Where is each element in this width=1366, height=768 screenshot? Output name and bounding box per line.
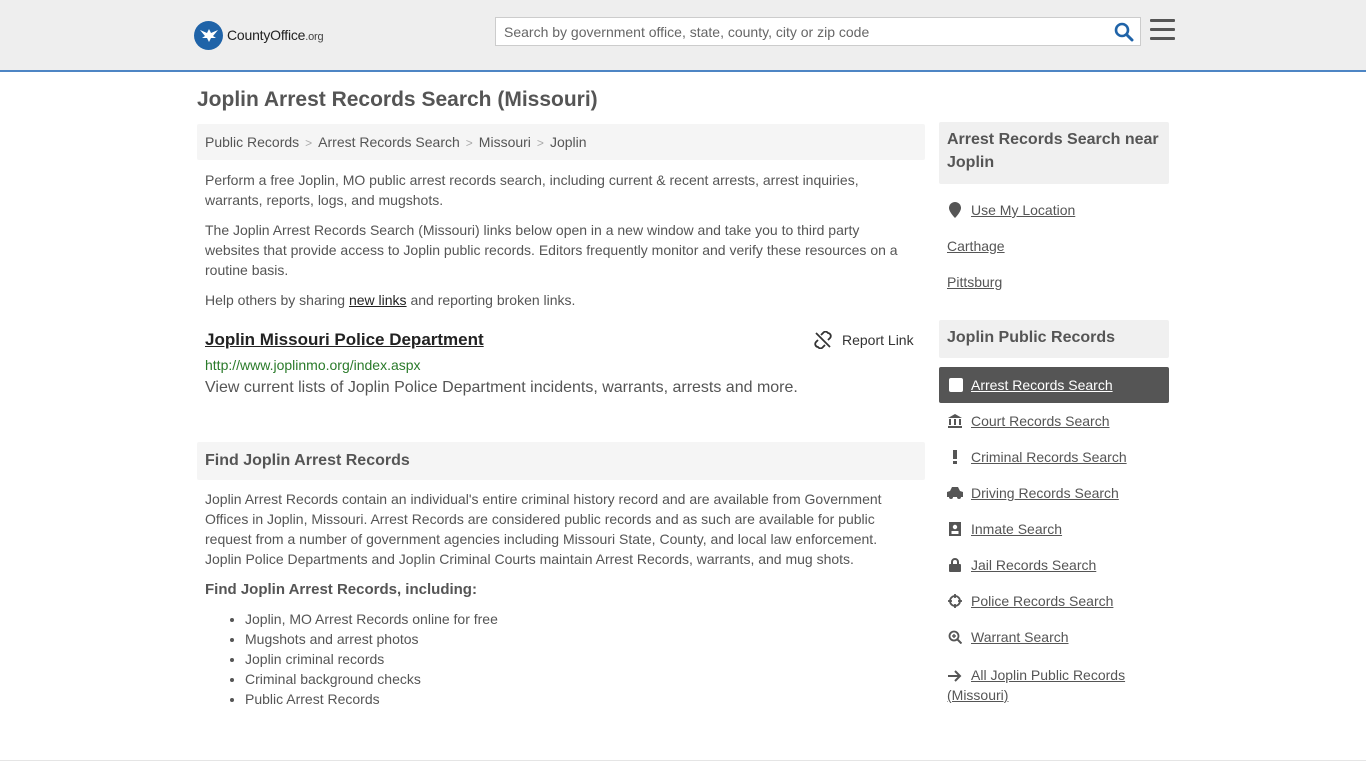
list-item: Public Arrest Records (245, 689, 498, 709)
list-item: Criminal background checks (245, 669, 498, 689)
find-section-heading: Find Joplin Arrest Records (197, 442, 925, 480)
disclaimer-paragraph: The Joplin Arrest Records Search (Missou… (205, 222, 898, 278)
public-records-heading: Joplin Public Records (939, 320, 1169, 358)
carthage-link[interactable]: Carthage (947, 238, 1005, 254)
pittsburg-link[interactable]: Pittsburg (947, 274, 1002, 290)
result-description: View current lists of Joplin Police Depa… (205, 379, 798, 396)
footer-divider (0, 760, 1366, 761)
breadcrumb-joplin[interactable]: Joplin (550, 134, 587, 150)
site-search (495, 17, 1141, 46)
site-header: CountyOffice.org (0, 0, 1366, 72)
arrow-right-icon (947, 668, 963, 684)
breadcrumb-public-records[interactable]: Public Records (205, 134, 299, 150)
search-button[interactable] (1114, 22, 1134, 42)
lock-icon (947, 557, 963, 573)
find-subheading: Find Joplin Arrest Records, including: (205, 581, 477, 598)
broken-link-icon (814, 331, 832, 349)
near-heading: Arrest Records Search near Joplin (939, 122, 1169, 184)
sidebar-item-driving-records[interactable]: Driving Records Search (947, 485, 1119, 501)
use-my-location-link[interactable]: Use My Location (947, 202, 1075, 218)
sidebar-item-jail-records[interactable]: Jail Records Search (947, 557, 1096, 573)
sidebar-item-court-records[interactable]: Court Records Search (947, 413, 1110, 429)
zoom-search-icon (947, 629, 963, 645)
find-bullet-list: Joplin, MO Arrest Records online for fre… (245, 609, 498, 709)
sidebar-item-all-records[interactable]: All Joplin Public Records (Missouri) (947, 665, 1157, 705)
breadcrumb-separator-icon: > (305, 136, 313, 150)
map-pin-icon (947, 202, 963, 218)
list-item: Joplin criminal records (245, 649, 498, 669)
list-item: Joplin, MO Arrest Records online for fre… (245, 609, 498, 629)
intro-paragraph: Perform a free Joplin, MO public arrest … (205, 172, 859, 208)
find-section-body: Joplin Arrest Records contain an individ… (205, 491, 882, 567)
car-icon (947, 485, 963, 501)
search-icon (1114, 22, 1134, 42)
site-logo[interactable]: CountyOffice.org (194, 20, 324, 50)
courthouse-icon (947, 413, 963, 429)
exclamation-icon (947, 449, 963, 465)
breadcrumb-arrest-records[interactable]: Arrest Records Search (318, 134, 460, 150)
sidebar-item-police-records[interactable]: Police Records Search (947, 593, 1113, 609)
report-link-button[interactable]: Report Link (814, 331, 914, 349)
result-url[interactable]: http://www.joplinmo.org/index.aspx (205, 357, 421, 373)
id-badge-icon (947, 521, 963, 537)
sidebar-item-warrant-search[interactable]: Warrant Search (947, 629, 1069, 645)
hamburger-menu-icon[interactable] (1150, 19, 1175, 41)
logo-wordmark: CountyOffice.org (227, 27, 324, 43)
help-paragraph: Help others by sharing new links and rep… (205, 292, 576, 308)
breadcrumb-separator-icon: > (536, 136, 544, 150)
new-links-link[interactable]: new links (349, 292, 407, 308)
breadcrumb: Public Records > Arrest Records Search > Mis… (197, 124, 925, 160)
breadcrumb-missouri[interactable]: Missouri (479, 134, 531, 150)
eagle-seal-icon (194, 20, 223, 50)
crosshair-icon (947, 593, 963, 609)
sidebar-item-arrest-records[interactable]: Arrest Records Search (939, 367, 1169, 403)
search-input[interactable] (496, 18, 1106, 45)
breadcrumb-separator-icon: > (465, 136, 473, 150)
sidebar-item-criminal-records[interactable]: Criminal Records Search (947, 449, 1127, 465)
result-title-link[interactable]: Joplin Missouri Police Department (205, 330, 484, 350)
list-item: Mugshots and arrest photos (245, 629, 498, 649)
checkbox-icon (949, 378, 963, 392)
sidebar-item-inmate-search[interactable]: Inmate Search (947, 521, 1062, 537)
page-title: Joplin Arrest Records Search (Missouri) (197, 88, 598, 111)
